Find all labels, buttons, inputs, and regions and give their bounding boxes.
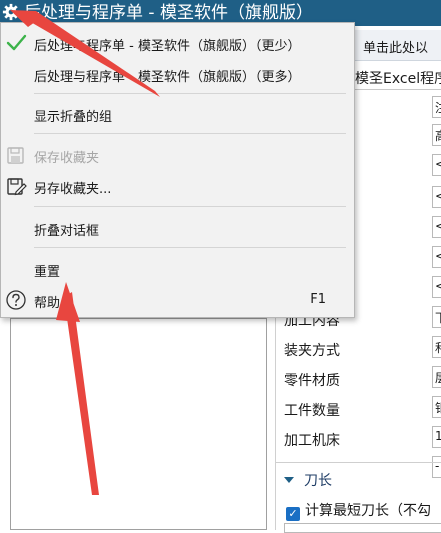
preview-panel: [10, 318, 267, 530]
section-title: 刀长: [304, 473, 332, 489]
save-as-favorites-icon: [7, 178, 27, 196]
row-label-machine: 加工机床: [284, 433, 340, 449]
menu-item-label: 帮助: [34, 296, 61, 311]
checkbox-checked-icon[interactable]: ✓: [286, 507, 300, 521]
collapse-arrow-icon[interactable]: [284, 477, 294, 483]
field-input[interactable]: <: [432, 186, 441, 208]
menu-item-label: 另存收藏夹...: [34, 182, 112, 197]
menu-item-label: 折叠对话框: [34, 224, 100, 239]
field-input[interactable]: [284, 523, 441, 533]
divider: [276, 462, 441, 463]
menu-item-collapse-dialog[interactable]: 折叠对话框: [1, 213, 354, 243]
menu-item-show-collapsed-groups[interactable]: 显示折叠的组: [1, 99, 354, 129]
gear-icon[interactable]: [2, 3, 20, 21]
menu-item-label: 后处理与程序单 - 模圣软件（旗舰版）（更少）: [34, 39, 301, 54]
menu-item-reset[interactable]: 重置: [1, 254, 354, 284]
checkbox-label: 计算最短刀长（不勾: [305, 503, 431, 519]
checkmark-icon: [6, 34, 27, 51]
menu-item-label: 重置: [34, 265, 61, 280]
shortest-tool-length-checkbox[interactable]: ✓ 计算最短刀长（不勾: [286, 500, 431, 521]
field-input[interactable]: <: [432, 276, 441, 298]
click-here-button[interactable]: 单击此处以: [355, 30, 441, 61]
field-input[interactable]: 下: [432, 306, 441, 328]
field-input[interactable]: <: [432, 216, 441, 238]
row-label-quantity: 工件数量: [284, 403, 340, 419]
menu-separator: [34, 133, 346, 134]
menu-item-more[interactable]: 后处理与程序单 - 模圣软件（旗舰版）（更多）: [1, 59, 354, 89]
menu-item-shortcut: F1: [310, 292, 326, 307]
click-here-label: 单击此处以: [363, 41, 429, 56]
field-input[interactable]: 钼: [432, 396, 441, 418]
field-input[interactable]: 注: [432, 96, 441, 118]
menu-item-label: 保存收藏夹: [34, 151, 100, 166]
field-input[interactable]: 高: [432, 124, 441, 146]
field-input[interactable]: <: [432, 154, 441, 176]
section-header-tool-length[interactable]: 刀长: [284, 470, 332, 490]
menu-item-less[interactable]: 后处理与程序单 - 模圣软件（旗舰版）（更少）: [1, 28, 354, 58]
menu-separator: [34, 206, 346, 207]
field-input[interactable]: -: [432, 456, 441, 478]
help-icon: [6, 290, 26, 310]
menu-item-save-favorites: 保存收藏夹: [1, 140, 354, 170]
divider: [355, 89, 441, 90]
window-title: 后处理与程序单 - 模圣软件（旗舰版）: [24, 3, 313, 23]
menu-item-save-favorites-as[interactable]: 另存收藏夹...: [1, 171, 354, 201]
breadcrumb: 模圣Excel程序: [355, 71, 441, 87]
menu-separator: [34, 93, 346, 94]
menu-item-help[interactable]: 帮助 F1: [1, 285, 354, 315]
menu-separator: [34, 247, 346, 248]
divider: [275, 310, 276, 530]
row-label-material: 零件材质: [284, 373, 340, 389]
dialog-background: [355, 26, 441, 530]
menu-item-label: 显示折叠的组: [34, 110, 113, 125]
dropdown-menu: 后处理与程序单 - 模圣软件（旗舰版）（更少） 后处理与程序单 - 模圣软件（旗…: [0, 22, 355, 318]
field-input[interactable]: 和: [432, 336, 441, 358]
field-input[interactable]: 层: [432, 366, 441, 388]
save-favorites-icon: [7, 147, 24, 164]
row-label-clamping: 装夹方式: [284, 343, 340, 359]
field-input[interactable]: <: [432, 246, 441, 268]
field-input[interactable]: 1: [432, 426, 441, 448]
menu-item-label: 后处理与程序单 - 模圣软件（旗舰版）（更多）: [34, 70, 301, 85]
